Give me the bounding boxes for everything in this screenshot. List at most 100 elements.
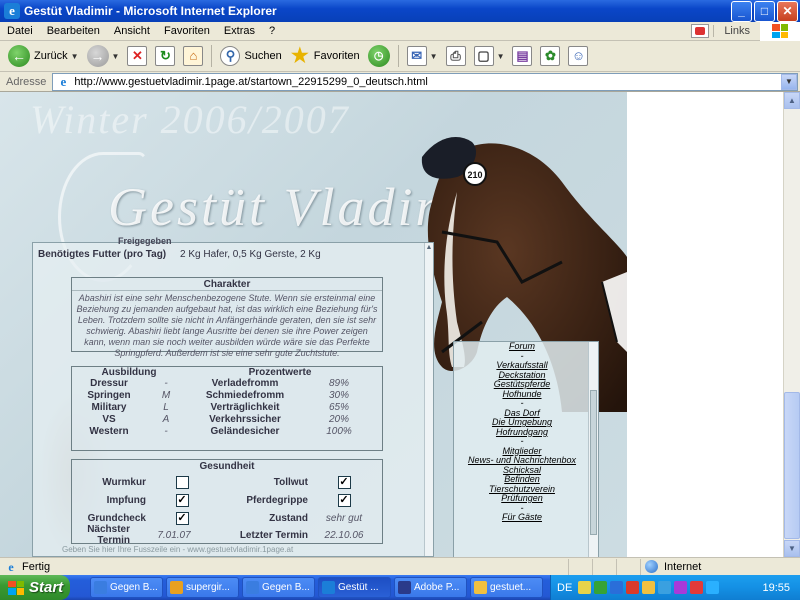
tollwut-checkbox[interactable]: ✓	[337, 475, 351, 489]
ausbildung-title: Ausbildung	[101, 367, 157, 378]
wurmkur-checkbox[interactable]	[175, 475, 189, 489]
trait-percent: 20%	[328, 414, 349, 425]
address-dropdown-icon[interactable]: ▼	[781, 73, 797, 90]
website-background: Winter 2006/2007 Gestüt Vladimir 210 ▲ F…	[0, 92, 627, 557]
language-flag-icon[interactable]	[691, 24, 710, 38]
grundcheck-checkbox[interactable]: ✓	[175, 511, 189, 525]
address-bar: Adresse e http://www.gestuetvladimir.1pa…	[0, 72, 800, 92]
site-navigation-panel: Forum - Verkaufsstall Deckstation Gestütspfe…	[453, 341, 599, 557]
tray-icon[interactable]	[690, 581, 704, 594]
printer-icon: ⎙	[445, 46, 466, 66]
ausbildung-row: VS A Verkehrssicher 20%	[72, 414, 382, 426]
menu-favoriten[interactable]: Favoriten	[157, 25, 217, 37]
cutoff-label: Freigegeben	[118, 236, 172, 246]
taskbar-button[interactable]: supergir...	[166, 577, 239, 598]
impfung-label: Impfung	[106, 494, 146, 506]
nav-link[interactable]: Für Gäste	[454, 512, 590, 523]
home-icon: ⌂	[183, 46, 204, 66]
favorites-button[interactable]: ★ Favoriten	[286, 43, 364, 69]
taskbar-button[interactable]: gestuet...	[470, 577, 543, 598]
page-scrollbar[interactable]: ▲ ▼	[783, 92, 800, 557]
trait-label: Geländesicher	[210, 426, 280, 437]
futter-key: Benötigtes Futter (pro Tag)	[38, 249, 167, 260]
app-icon	[398, 581, 411, 594]
tray-icon[interactable]	[658, 581, 672, 594]
edit-dropdown-icon[interactable]: ▼	[497, 52, 505, 61]
home-button[interactable]: ⌂	[179, 43, 207, 69]
trait-label: Verkehrssicher	[209, 414, 281, 425]
messenger-button[interactable]: ✿	[536, 43, 564, 69]
back-button[interactable]: ← Zurück ▼	[4, 43, 83, 69]
toolbar-separator	[397, 45, 399, 67]
mail-dropdown-icon[interactable]: ▼	[430, 52, 438, 61]
gesundheit-row: Wurmkur Tollwut ✓	[72, 473, 382, 491]
ausbildung-row: Dressur - Verladefromm 89%	[72, 378, 382, 390]
minimize-button[interactable]: _	[731, 0, 752, 22]
back-label: Zurück	[34, 50, 68, 62]
research-button[interactable]: ▤	[508, 43, 536, 69]
page-scroll-thumb[interactable]	[784, 392, 800, 539]
contacts-button[interactable]: ☺	[564, 43, 592, 69]
ausbildung-box: Ausbildung Prozentwerte Dressur - Verlad…	[71, 366, 383, 451]
wurmkur-label: Wurmkur	[102, 476, 146, 488]
tray-icon[interactable]	[626, 581, 640, 594]
pferdegrippe-checkbox[interactable]: ✓	[337, 493, 351, 507]
search-button[interactable]: ⚲ Suchen	[216, 43, 285, 69]
gesundheit-box: Gesundheit Wurmkur Tollwut ✓ Impfung ✓ P…	[71, 459, 383, 546]
discipline-level: M	[161, 390, 171, 401]
menu-extras[interactable]: Extras	[217, 25, 262, 37]
taskbar-button[interactable]: Gegen B...	[242, 577, 315, 598]
menu-datei[interactable]: Datei	[0, 25, 40, 37]
taskbar-button[interactable]: Gestüt ...	[318, 577, 391, 598]
forward-dropdown-icon[interactable]: ▼	[112, 52, 120, 61]
app-icon	[474, 581, 487, 594]
info-panel-scrollbar[interactable]: ▲	[424, 243, 433, 556]
taskbar-button-label: Adobe P...	[414, 582, 460, 593]
menu-bar: Datei Bearbeiten Ansicht Favoriten Extra…	[0, 21, 800, 41]
stop-button[interactable]: ✕	[123, 43, 151, 69]
research-icon: ▤	[512, 46, 533, 66]
history-button[interactable]: ◷	[364, 43, 394, 69]
zone-label: Internet	[664, 560, 702, 573]
mail-button[interactable]: ✉ ▼	[403, 43, 442, 69]
taskbar-button[interactable]: Adobe P...	[394, 577, 467, 598]
forward-button[interactable]: → ▼	[83, 43, 124, 69]
discipline-label: Military	[91, 402, 127, 413]
discipline-label: VS	[102, 414, 116, 425]
prozentwerte-title: Prozentwerte	[248, 367, 312, 378]
scroll-up-arrow-icon[interactable]: ▲	[425, 243, 433, 252]
status-page-icon: e	[8, 559, 14, 574]
security-shield-icon[interactable]	[642, 581, 656, 594]
navigation-scrollbar[interactable]	[588, 342, 598, 557]
menu-help[interactable]: ?	[262, 25, 282, 37]
search-label: Suchen	[244, 50, 282, 62]
address-input[interactable]: e http://www.gestuetvladimir.1page.at/st…	[52, 72, 798, 91]
start-button[interactable]: Start	[0, 575, 70, 600]
refresh-button[interactable]: ↻	[151, 43, 179, 69]
page-scroll-down-icon[interactable]: ▼	[784, 540, 800, 557]
tray-icon[interactable]	[578, 581, 592, 594]
impfung-checkbox[interactable]: ✓	[175, 493, 189, 507]
menu-ansicht[interactable]: Ansicht	[107, 25, 157, 37]
stop-icon: ✕	[127, 46, 148, 66]
links-toolbar-label[interactable]: Links	[713, 25, 760, 37]
address-url[interactable]: http://www.gestuetvladimir.1page.at/star…	[74, 76, 781, 88]
letzter-termin-value: 22.10.06	[324, 529, 364, 541]
network-icon[interactable]	[706, 581, 720, 594]
print-button[interactable]: ⎙	[442, 43, 470, 69]
navigation-scroll-thumb[interactable]	[590, 390, 597, 535]
tray-icon[interactable]	[674, 581, 688, 594]
ausbildung-header: Ausbildung Prozentwerte	[72, 367, 382, 378]
edit-button[interactable]: ▢ ▼	[470, 43, 509, 69]
close-button[interactable]: ✕	[777, 0, 798, 22]
back-dropdown-icon[interactable]: ▼	[71, 52, 79, 61]
language-indicator[interactable]: DE	[557, 582, 572, 594]
people-icon: ☺	[568, 46, 589, 66]
taskbar-button[interactable]: Gegen B...	[90, 577, 163, 598]
tray-icon[interactable]	[610, 581, 624, 594]
site-navigation-list: Forum - Verkaufsstall Deckstation Gestütspfe…	[454, 342, 590, 523]
maximize-button[interactable]: □	[754, 0, 775, 22]
tray-icon[interactable]	[594, 581, 608, 594]
page-scroll-up-icon[interactable]: ▲	[784, 92, 800, 109]
menu-bearbeiten[interactable]: Bearbeiten	[40, 25, 107, 37]
